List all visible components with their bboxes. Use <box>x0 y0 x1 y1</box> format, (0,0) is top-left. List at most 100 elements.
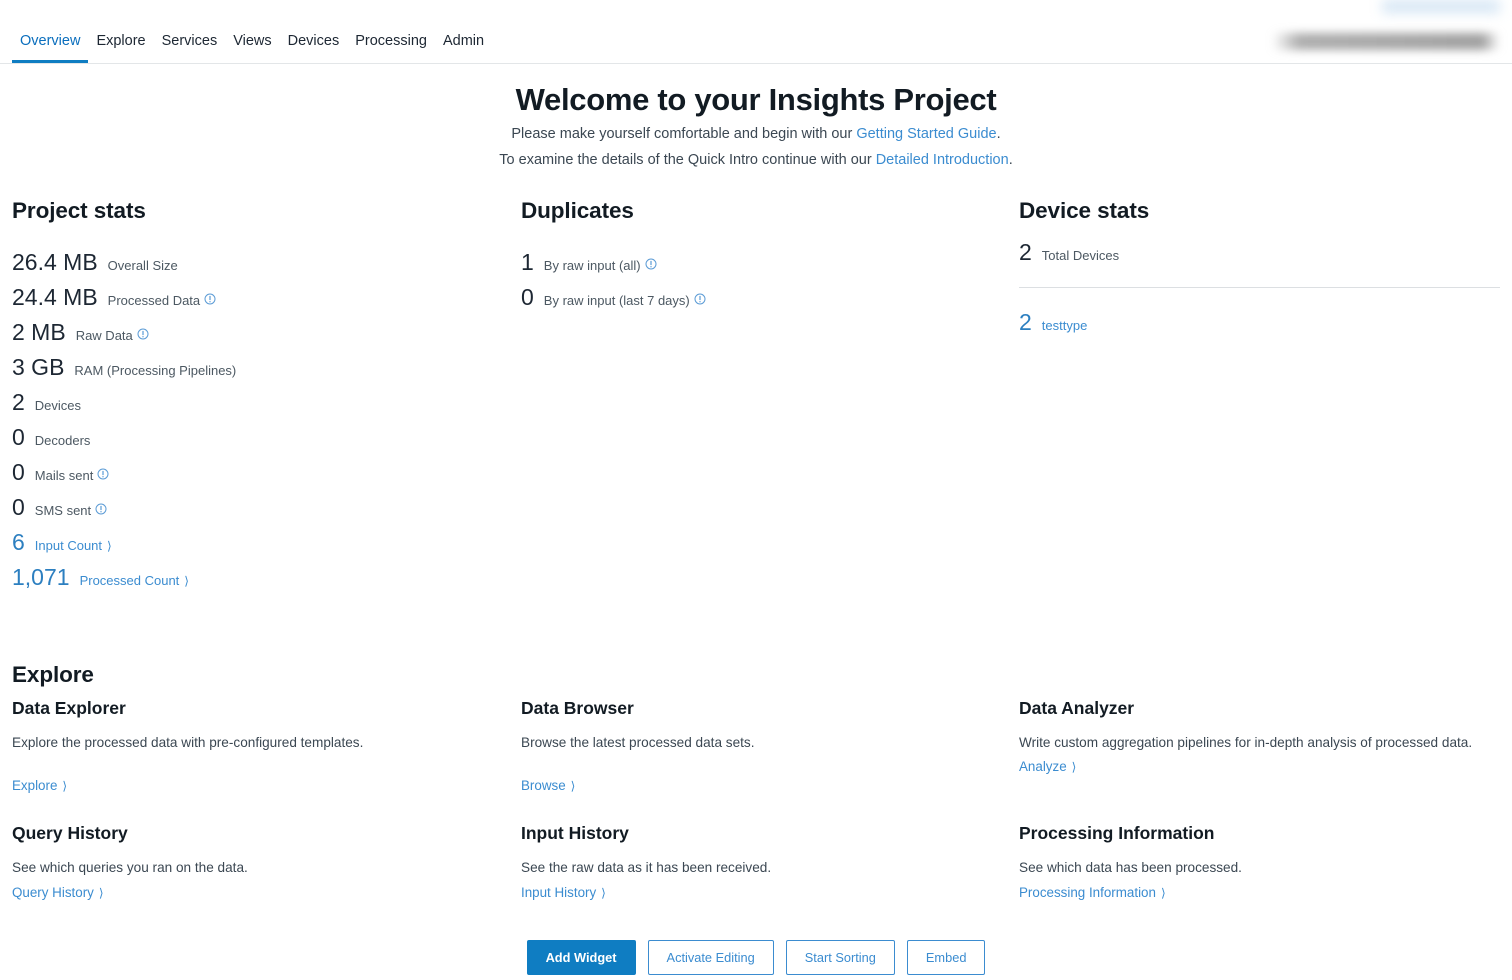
detailed-introduction-link[interactable]: Detailed Introduction <box>876 152 1009 168</box>
project-stat-label: Mails sent <box>35 467 94 485</box>
processing-information-link-label: Processing Information <box>1019 885 1156 900</box>
project-stat-label[interactable]: Processed Count <box>80 572 180 590</box>
device-type-row: 2 testtype <box>1019 310 1500 335</box>
info-circle-icon[interactable] <box>694 293 706 305</box>
project-stat-row: 26.4 MB Overall Size <box>12 250 497 275</box>
project-stats-list: 26.4 MB Overall Size 24.4 MBProcessed Data… <box>12 250 497 590</box>
browse-link[interactable]: Browse⟩ <box>521 778 575 793</box>
project-stat-row: 2 Devices <box>12 390 497 415</box>
start-sorting-button[interactable]: Start Sorting <box>786 940 895 975</box>
device-type-value[interactable]: 2 <box>1019 310 1032 334</box>
card-body: Explore the processed data with pre-conf… <box>12 733 472 752</box>
chevron-right-icon: ⟩ <box>1161 886 1166 900</box>
project-stat-row: 0Decoders <box>12 425 497 450</box>
project-stat-row: 3 GBRAM (Processing Pipelines) <box>12 355 497 380</box>
card-heading: Data Analyzer <box>1019 698 1500 719</box>
project-stat-label: SMS sent <box>35 502 91 520</box>
project-stat-row: 1,071 Processed Count ⟩ <box>12 565 497 590</box>
add-widget-button[interactable]: Add Widget <box>527 940 636 975</box>
nav-item-processing[interactable]: Processing <box>347 32 435 63</box>
project-stat-value: 3 GB <box>12 355 64 379</box>
explore-card-data-explorer: Data Explorer Explore the processed data… <box>0 698 509 795</box>
project-stat-value: 2 MB <box>12 320 66 344</box>
top-navigation-bar: Overview Explore Services Views Devices … <box>0 0 1512 64</box>
info-circle-icon[interactable] <box>137 328 149 340</box>
nav-item-services[interactable]: Services <box>154 32 226 63</box>
device-stats-panel: Device stats 2 Total Devices 2 testtype <box>1007 198 1512 600</box>
card-body: Browse the latest processed data sets. <box>521 733 981 752</box>
widget-action-bar: Add Widget Activate Editing Start Sortin… <box>0 940 1512 975</box>
main-nav: Overview Explore Services Views Devices … <box>12 32 492 63</box>
project-stat-value[interactable]: 6 <box>12 530 25 554</box>
query-history-link[interactable]: Query History⟩ <box>12 885 104 900</box>
duplicate-stat-label: By raw input (last 7 days) <box>544 292 690 310</box>
info-circle-icon[interactable] <box>204 293 216 305</box>
info-circle-icon[interactable] <box>97 468 109 480</box>
nav-item-overview[interactable]: Overview <box>12 32 88 63</box>
processing-information-link[interactable]: Processing Information ⟩ <box>1019 885 1166 900</box>
project-stat-value: 0 <box>12 460 25 484</box>
explore-link[interactable]: Explore ⟩ <box>12 778 67 793</box>
nav-item-explore[interactable]: Explore <box>88 32 153 63</box>
project-stat-row: 24.4 MBProcessed Data <box>12 285 497 310</box>
device-total-label: Total Devices <box>1042 247 1119 265</box>
welcome-line-2-text: To examine the details of the Quick Intr… <box>499 152 875 168</box>
welcome-line-1: Please make yourself comfortable and beg… <box>0 125 1512 144</box>
card-heading: Data Explorer <box>12 698 497 719</box>
card-heading: Query History <box>12 823 497 844</box>
explore-cards-grid: Data Explorer Explore the processed data… <box>0 698 1512 902</box>
device-total-value: 2 <box>1019 240 1032 264</box>
project-stat-label: Processed Data <box>108 292 201 310</box>
project-stat-label: Decoders <box>35 432 91 450</box>
device-stats-title: Device stats <box>1019 198 1500 224</box>
project-stat-row: 6Input Count⟩ <box>12 530 497 555</box>
welcome-line-1-period: . <box>997 126 1001 142</box>
chevron-right-icon: ⟩ <box>601 886 606 900</box>
welcome-line-2-period: . <box>1009 152 1013 168</box>
info-circle-icon[interactable] <box>95 503 107 515</box>
explore-section: Explore Data Explorer Explore the proces… <box>0 662 1512 902</box>
input-history-link-label: Input History <box>521 885 596 900</box>
chevron-right-icon: ⟩ <box>62 779 67 793</box>
page-title: Welcome to your Insights Project <box>0 82 1512 118</box>
explore-link-label: Explore <box>12 778 57 793</box>
nav-item-views[interactable]: Views <box>225 32 279 63</box>
stats-row: Project stats 26.4 MBOverall Size24.4 MB… <box>0 198 1512 600</box>
project-stat-label: Overall Size <box>108 257 178 275</box>
activate-editing-button[interactable]: Activate Editing <box>648 940 774 975</box>
duplicates-list: 1By raw input (all)0By raw input (last 7… <box>521 250 995 310</box>
device-stats-divider <box>1019 287 1500 288</box>
device-type-label[interactable]: testtype <box>1042 317 1088 335</box>
card-heading: Processing Information <box>1019 823 1500 844</box>
info-circle-icon[interactable] <box>645 258 657 270</box>
project-stat-row: 0 Mails sent <box>12 460 497 485</box>
explore-title: Explore <box>12 662 497 688</box>
getting-started-guide-link[interactable]: Getting Started Guide <box>856 126 996 142</box>
project-stat-value: 26.4 MB <box>12 250 98 274</box>
project-stat-value: 2 <box>12 390 25 414</box>
explore-card-processing-information: Processing Information See which data ha… <box>1007 823 1512 902</box>
project-stat-value[interactable]: 1,071 <box>12 565 70 589</box>
nav-item-admin[interactable]: Admin <box>435 32 492 63</box>
card-heading: Input History <box>521 823 995 844</box>
analyze-link-label: Analyze <box>1019 759 1067 774</box>
chevron-right-icon: ⟩ <box>184 574 189 588</box>
welcome-line-2: To examine the details of the Quick Intr… <box>0 151 1512 170</box>
project-stat-label[interactable]: Input Count <box>35 537 102 555</box>
welcome-line-1-text: Please make yourself comfortable and beg… <box>511 126 856 142</box>
device-total-row: 2 Total Devices <box>1019 240 1500 265</box>
embed-button[interactable]: Embed <box>907 940 986 975</box>
redacted-account-text <box>1272 33 1500 50</box>
input-history-link[interactable]: Input History ⟩ <box>521 885 606 900</box>
device-types-list: 2 testtype <box>1019 310 1500 335</box>
project-stat-row: 2 MBRaw Data <box>12 320 497 345</box>
browse-link-label: Browse <box>521 778 566 793</box>
project-stat-label: Devices <box>35 397 81 415</box>
analyze-link[interactable]: Analyze⟩ <box>1019 759 1076 774</box>
nav-item-devices[interactable]: Devices <box>280 32 348 63</box>
duplicate-stat-value: 1 <box>521 250 534 274</box>
chevron-right-icon: ⟩ <box>99 886 104 900</box>
duplicate-stat-label: By raw input (all) <box>544 257 641 275</box>
project-stat-row: 0SMS sent <box>12 495 497 520</box>
card-body: See the raw data as it has been received… <box>521 858 981 877</box>
